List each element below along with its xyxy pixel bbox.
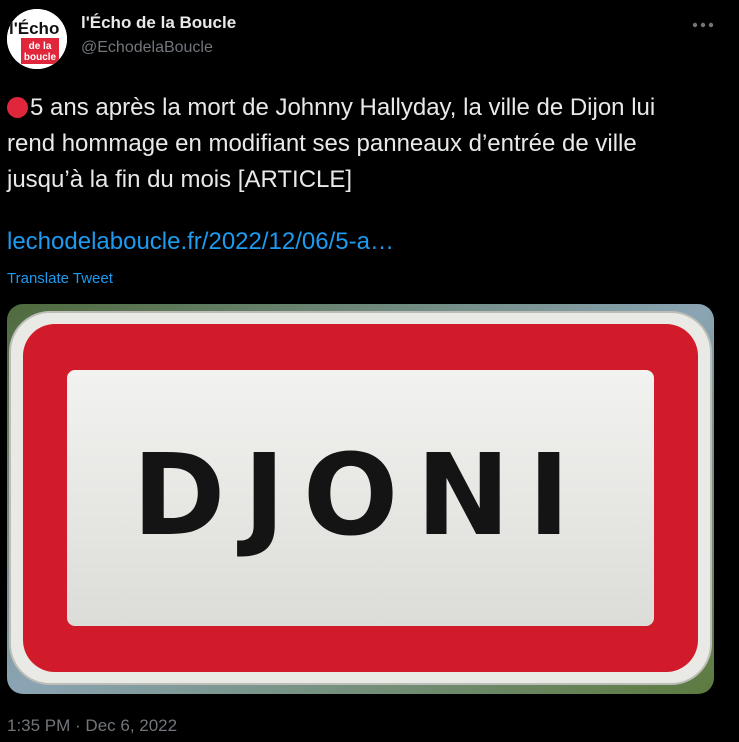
tweet-container: l'Écho de la boucle l'Écho de la Boucle … xyxy=(0,0,739,742)
article-link[interactable]: lechodelaboucle.fr/2022/12/06/5-a… xyxy=(7,228,394,256)
avatar-text-middle: de la xyxy=(29,41,52,52)
avatar[interactable]: l'Écho de la boucle xyxy=(7,9,67,69)
sign-text: DJONI xyxy=(132,431,587,561)
avatar-text-top: l'Écho xyxy=(9,19,59,38)
red-circle-icon xyxy=(7,97,28,118)
user-handle[interactable]: @EchodelaBoucle xyxy=(81,39,213,57)
tweet-text-content: 5 ans après la mort de Johnny Hallyday, … xyxy=(7,94,662,193)
more-horizontal-icon xyxy=(692,22,714,28)
display-name[interactable]: l'Écho de la Boucle xyxy=(81,13,236,33)
translate-tweet-link[interactable]: Translate Tweet xyxy=(7,270,113,287)
tweet-text: 5 ans après la mort de Johnny Hallyday, … xyxy=(7,90,707,198)
avatar-text-bottom: boucle xyxy=(24,52,57,63)
sign-photo: DJONI xyxy=(7,304,714,694)
more-options-button[interactable] xyxy=(688,12,718,38)
tweet-image[interactable]: DJONI xyxy=(7,304,714,694)
tweet-timestamp[interactable]: 1:35 PM · Dec 6, 2022 xyxy=(7,716,177,736)
logo-icon: l'Écho de la boucle xyxy=(7,9,67,69)
